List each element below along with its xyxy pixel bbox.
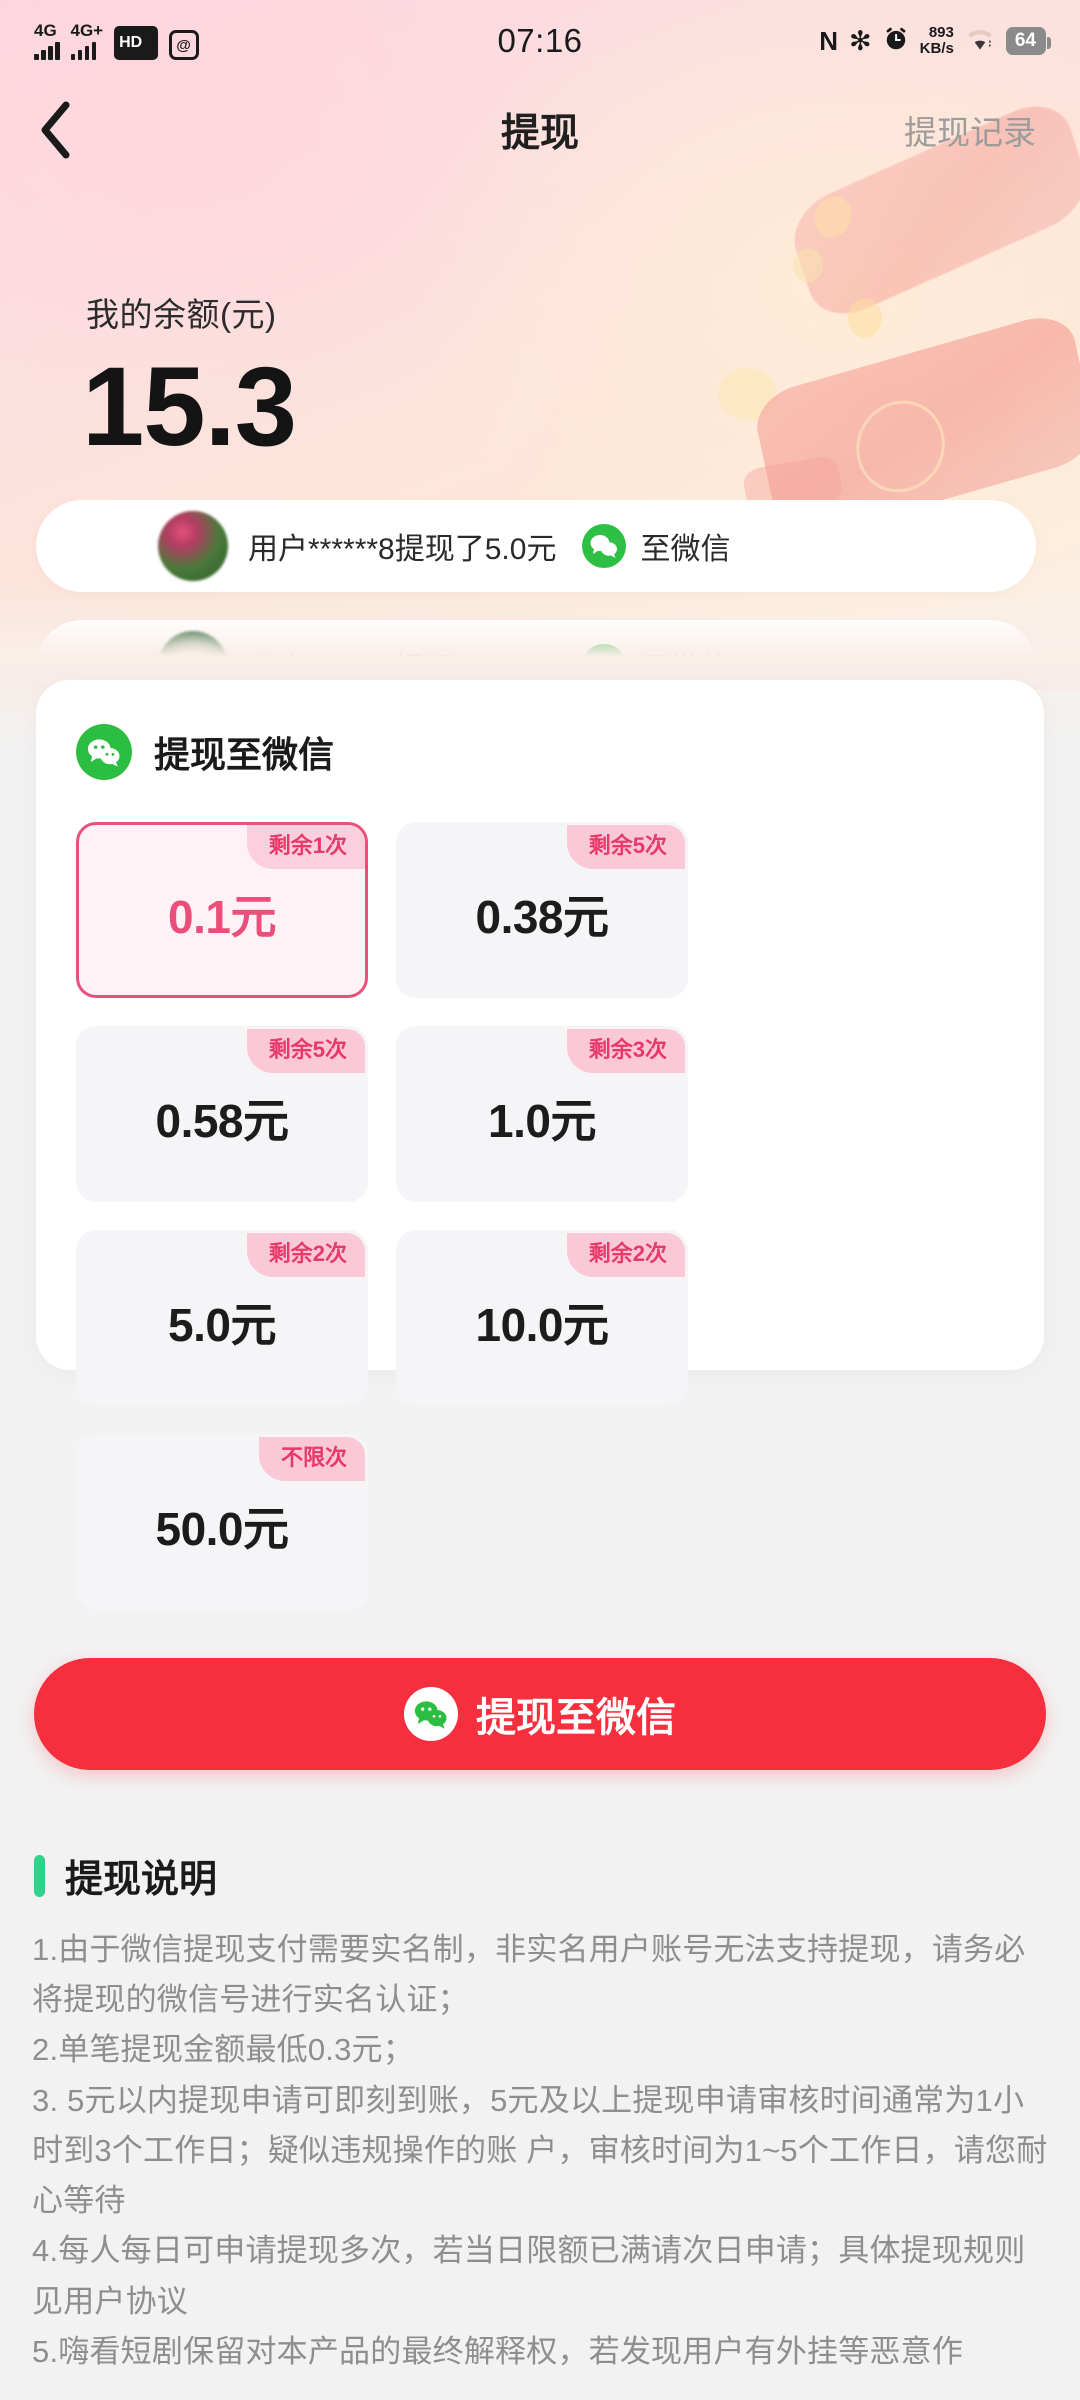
amount-option-2[interactable]: 剩余5次 0.58元: [76, 1026, 368, 1202]
marquee-fade-mask: [0, 616, 1080, 690]
amount-option-value: 50.0元: [155, 1503, 289, 1555]
withdraw-records-link[interactable]: 提现记录: [904, 106, 1036, 154]
withdraw-screen: 4G 4G+ HD 1 2 @ 07:16 N ✻ 893 KB/s 64 提现…: [0, 0, 1080, 2400]
balance-label: 我的余额(元): [86, 296, 277, 333]
rule-item: 3. 5元以内提现申请可即刻到账，5元及以上提现申请审核时间通常为1小时到3个工…: [32, 2082, 1048, 2219]
withdraw-button-label: 提现至微信: [476, 1696, 676, 1740]
amount-option-value: 0.58元: [155, 1095, 289, 1147]
rule-item: 5.嗨看短剧保留对本产品的最终解释权，若发现用户有外挂等恶意作: [32, 2333, 964, 2369]
amount-option-value: 1.0元: [488, 1095, 596, 1147]
coin-decoration-1: [808, 191, 858, 243]
nav-bar: 提现 提现记录: [0, 82, 1080, 178]
marquee-item: 用户******8提现了 5.0元 至微信: [36, 500, 1036, 592]
withdraw-notifications-marquee: 用户******8提现了 5.0元 至微信 用户******6提现了 1.0元: [0, 500, 1080, 690]
coin-decoration-2: [793, 248, 823, 282]
amount-option-value: 0.1元: [168, 891, 276, 943]
amount-option-value: 10.0元: [475, 1299, 609, 1351]
rule-item: 2.单笔提现金额最低0.3元；: [32, 2032, 414, 2068]
rules-list: 1.由于微信提现支付需要实名制，非实名用户账号无法支持提现，请务必将提现的微信号…: [0, 1925, 1080, 2377]
wechat-icon: [404, 1687, 458, 1741]
balance-amount: 15.3: [82, 344, 297, 469]
wifi-icon: [965, 26, 995, 57]
amount-options-grid: 剩余1次 0.1元 剩余5次 0.38元 剩余5次 0.58元 剩余3次 1.0…: [76, 822, 1004, 1610]
amount-option-value: 0.38元: [475, 891, 609, 943]
status-bar: 4G 4G+ HD 1 2 @ 07:16 N ✻ 893 KB/s 64: [0, 0, 1080, 82]
rules-header: 提现说明: [0, 1848, 1080, 1903]
marquee-user-text: 用户******8提现了: [248, 533, 485, 566]
amount-option-1[interactable]: 剩余5次 0.38元: [396, 822, 688, 998]
amount-option-badge: 剩余5次: [566, 825, 685, 869]
amount-option-badge: 不限次: [258, 1437, 365, 1481]
avatar: [158, 511, 228, 581]
wechat-icon: [582, 524, 627, 568]
rule-item: 4.每人每日可申请提现多次，若当日限额已满请次日申请；具体提现规则见用户协议: [32, 2233, 1026, 2319]
marquee-destination: 至微信: [640, 533, 731, 566]
withdraw-rules-section: 提现说明 1.由于微信提现支付需要实名制，非实名用户账号无法支持提现，请务必将提…: [0, 1848, 1080, 2377]
amount-option-badge: 剩余1次: [246, 825, 365, 869]
status-bar-clock: 07:16: [497, 22, 583, 59]
withdraw-card-title: 提现至微信: [154, 734, 335, 775]
battery-indicator: 64: [1005, 27, 1052, 55]
amount-option-badge: 剩余2次: [566, 1233, 685, 1277]
coin-decoration-4: [718, 368, 776, 420]
withdraw-card-header: 提现至微信: [76, 724, 1004, 780]
amount-option-0[interactable]: 剩余1次 0.1元: [76, 822, 368, 998]
amount-option-5[interactable]: 剩余2次 10.0元: [396, 1230, 688, 1406]
amount-option-badge: 剩余2次: [246, 1233, 365, 1277]
amount-option-6[interactable]: 不限次 50.0元: [76, 1434, 368, 1610]
withdraw-card: 提现至微信 剩余1次 0.1元 剩余5次 0.38元 剩余5次 0.58元 剩余…: [36, 680, 1044, 1610]
rules-title: 提现说明: [65, 1859, 218, 1901]
amount-option-3[interactable]: 剩余3次 1.0元: [396, 1026, 688, 1202]
withdraw-to-wechat-button[interactable]: 提现至微信: [34, 1658, 1046, 1770]
marquee-amount: 5.0元: [484, 533, 557, 566]
rule-item: 1.由于微信提现支付需要实名制，非实名用户账号无法支持提现，请务必将提现的微信号…: [32, 1932, 1026, 2018]
amount-option-badge: 剩余5次: [246, 1029, 365, 1073]
amount-option-badge: 剩余3次: [566, 1029, 685, 1073]
amount-option-4[interactable]: 剩余2次 5.0元: [76, 1230, 368, 1406]
amount-option-value: 5.0元: [168, 1299, 276, 1351]
accent-bar-icon: [34, 1854, 45, 1897]
wechat-icon: [76, 724, 132, 780]
coin-decoration-3: [848, 298, 882, 338]
